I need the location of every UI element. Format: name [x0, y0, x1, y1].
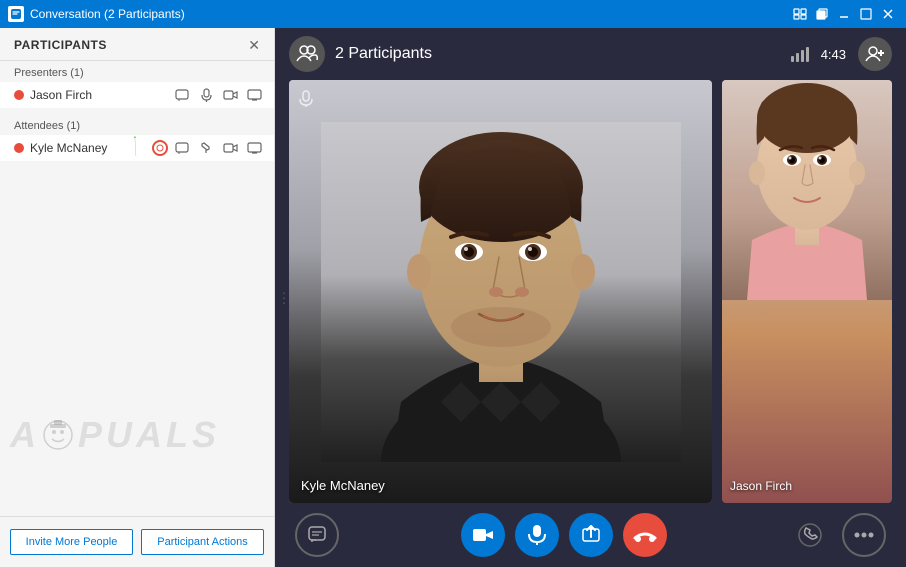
attendee-mic-icon[interactable] — [196, 139, 216, 157]
attendee-screen-icon[interactable] — [244, 139, 264, 157]
signal-icon — [791, 46, 809, 62]
attendee-action-icon[interactable] — [152, 140, 168, 156]
watermark-a1: A — [10, 414, 38, 456]
sidebar-footer: Invite More People Participant Actions — [0, 516, 274, 567]
attendees-label: Attendees (1) — [0, 114, 274, 135]
watermark-p: P — [78, 414, 104, 456]
controls-left — [295, 513, 339, 557]
call-time: 4:43 — [821, 47, 846, 62]
watermark-s: S — [192, 414, 218, 456]
kyle-face-svg — [321, 122, 681, 462]
watermark-face-icon — [40, 417, 76, 453]
presenter-name: Jason Firch — [30, 88, 172, 102]
maximize-btn[interactable] — [856, 4, 876, 24]
app-icon — [8, 6, 24, 22]
screen-icon[interactable] — [244, 86, 264, 104]
participants-count: 2 Participants — [335, 45, 432, 63]
attendee-dot — [14, 143, 24, 153]
mic-icon[interactable] — [196, 86, 216, 104]
controls-right — [788, 513, 886, 557]
secondary-video: Jason Firch — [722, 80, 892, 503]
title-bar-left: Conversation (2 Participants) — [8, 6, 185, 22]
topbar-right: 4:43 — [791, 37, 892, 71]
participants-circle-icon — [289, 36, 325, 72]
watermark-l: L — [166, 414, 190, 456]
chat-control-btn[interactable] — [295, 513, 339, 557]
secondary-video-face — [722, 80, 892, 503]
presenters-label: Presenters (1) — [0, 61, 274, 82]
attendee-icons — [172, 139, 264, 157]
sidebar-close-btn[interactable]: ✕ — [248, 38, 260, 52]
attendee-name: Kyle McNaney — [30, 141, 152, 155]
sidebar-content: Presenters (1) Jason Firch — [0, 61, 274, 516]
watermark-a2: A — [136, 414, 164, 456]
main-video: Kyle McNaney — [289, 80, 712, 503]
participant-actions-btn[interactable]: Participant Actions — [141, 529, 264, 555]
video-content: Kyle McNaney — [275, 80, 906, 503]
main-layout: PARTICIPANTS ✕ Presenters (1) Jason Firc… — [0, 28, 906, 567]
participants-info: 2 Participants — [289, 36, 432, 72]
attendee-kyle-container: Kyle McNaney — [0, 135, 274, 161]
participant-dot — [14, 90, 24, 100]
share-control-btn[interactable] — [569, 513, 613, 557]
presenter-jason-row: Jason Firch — [0, 82, 274, 108]
attendee-kyle-row: Kyle McNaney — [0, 135, 274, 161]
attendee-chat-icon[interactable] — [172, 139, 192, 157]
end-call-btn[interactable] — [623, 513, 667, 557]
more-control-btn[interactable] — [842, 513, 886, 557]
add-participant-btn[interactable] — [858, 37, 892, 71]
main-video-name: Kyle McNaney — [301, 478, 385, 493]
presenter-icons — [172, 86, 264, 104]
video-area: 2 Participants 4:43 — [275, 28, 906, 567]
main-video-mic-icon — [299, 90, 313, 111]
close-btn[interactable] — [878, 4, 898, 24]
main-video-face — [289, 80, 712, 503]
video-control-btn[interactable] — [461, 513, 505, 557]
video-controls — [275, 503, 906, 567]
window-title: Conversation (2 Participants) — [30, 7, 185, 21]
video-icon[interactable] — [220, 86, 240, 104]
invite-more-people-btn[interactable]: Invite More People — [10, 529, 133, 555]
watermark-u: U — [106, 414, 134, 456]
sidebar-header: PARTICIPANTS ✕ — [0, 28, 274, 61]
tile-btn[interactable] — [790, 4, 810, 24]
attendee-video-icon[interactable] — [220, 139, 240, 157]
sidebar-title: PARTICIPANTS — [14, 38, 107, 52]
secondary-video-name: Jason Firch — [730, 479, 792, 493]
sidebar: PARTICIPANTS ✕ Presenters (1) Jason Firc… — [0, 28, 275, 567]
controls-center — [461, 513, 667, 557]
chat-icon[interactable] — [172, 86, 192, 104]
window-controls — [790, 4, 898, 24]
video-topbar: 2 Participants 4:43 — [275, 28, 906, 80]
minimize-btn[interactable] — [834, 4, 854, 24]
restore-btn[interactable] — [812, 4, 832, 24]
phone-control-btn[interactable] — [788, 513, 832, 557]
title-bar: Conversation (2 Participants) — [0, 0, 906, 28]
jason-face-svg — [722, 80, 892, 300]
watermark: A P U A L S — [10, 414, 218, 456]
mic-control-btn[interactable] — [515, 513, 559, 557]
